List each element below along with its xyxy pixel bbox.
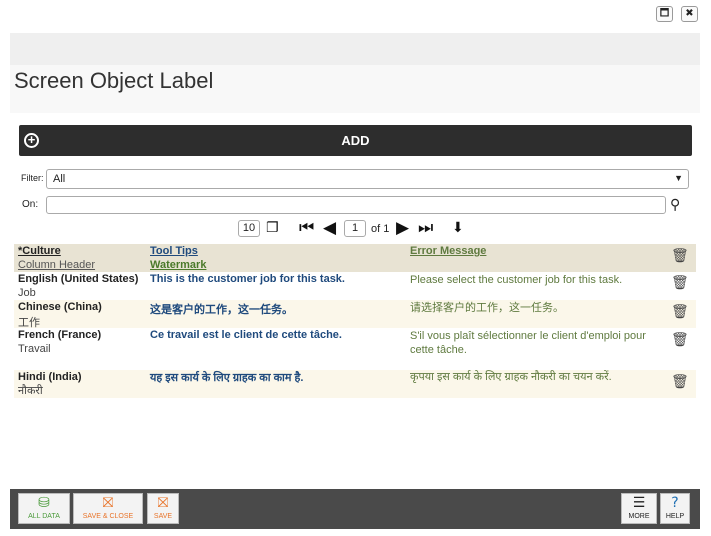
help-icon: ? [671,495,679,511]
page-title: Screen Object Label [14,68,214,93]
all-data-icon: ⛁ [38,495,50,511]
culture-cell: Hindi (India) [18,371,82,383]
tooltip-cell: This is the customer job for this task. [150,273,345,285]
delete-icon[interactable]: 🗑 [671,304,689,320]
save-close-button[interactable]: ⛝ SAVE & CLOSE [73,493,143,524]
save-button[interactable]: ⛝ SAVE [147,493,179,524]
export-icon[interactable]: ⬇ [452,220,464,237]
culture-cell: English (United States) [18,273,139,285]
maximize-icon: 🗖 [659,8,670,19]
delete-icon[interactable]: 🗑 [671,332,689,348]
error-message-cell: कृपया इस कार्य के लिए ग्राहक नौकरी का चय… [410,371,612,383]
more-button[interactable]: ☰ MORE [621,493,657,524]
delete-icon[interactable]: 🗑 [671,275,689,291]
more-label: MORE [628,513,650,520]
all-data-label: ALL DATA [28,513,60,520]
page-size-input[interactable]: 10 [238,220,260,237]
filter-select[interactable]: All ▼ [46,169,689,189]
table-row[interactable]: French (France) Travail Ce travail est l… [14,328,696,370]
delete-icon[interactable]: 🗑 [671,374,689,390]
watermark-column-header[interactable]: Watermark [150,259,206,271]
help-label: HELP [665,513,685,520]
previous-page-icon[interactable]: ◀ [323,220,336,237]
first-page-icon[interactable]: ⏮ [299,220,314,237]
add-button-label: ADD [341,133,370,148]
column-header-column-header[interactable]: Column Header [18,259,95,271]
error-message-cell: 请选择客户的工作，这一任务。 [410,302,564,314]
more-icon: ☰ [632,495,646,511]
tooltip-cell: 这是客户的工作，这一任务。 [150,304,293,316]
add-button[interactable]: + ADD [19,125,692,156]
tooltip-cell: Ce travail est le client de cette tâche. [150,329,342,341]
close-icon: ✖ [685,8,694,19]
help-button[interactable]: ? HELP [660,493,690,524]
save-label: SAVE [153,513,173,520]
culture-column-header[interactable]: *Culture [18,245,61,257]
column-header-cell: नौकरी [18,385,43,397]
filter-value: All [53,173,66,185]
last-page-icon[interactable]: ⏭ [418,220,433,237]
culture-cell: French (France) [18,329,102,341]
copy-icon[interactable]: ❐ [266,220,279,237]
page-number-input[interactable]: 1 [344,220,366,237]
culture-cell: Chinese (China) [18,301,102,313]
close-button[interactable]: ✖ [681,6,698,22]
save-icon: ⛝ [157,495,169,511]
binoculars-search-icon[interactable]: ⚲ [670,197,680,213]
on-input[interactable] [46,196,666,214]
tool-tips-column-header[interactable]: Tool Tips [150,245,198,257]
save-close-icon: ⛝ [102,495,114,511]
table-row[interactable]: Chinese (China) 工作 这是客户的工作，这一任务。 请选择客户的工… [14,300,696,329]
table-row[interactable]: English (United States) Job This is the … [14,272,696,300]
chevron-down-icon: ▼ [674,173,683,183]
error-message-cell: Please select the customer job for this … [410,274,623,286]
next-page-icon[interactable]: ▶ [396,220,409,237]
error-message-cell: S'il vous plaît sélectionner le client d… [410,330,646,356]
tooltip-cell: यह इस कार्य के लिए ग्राहक का काम है. [150,372,304,384]
on-label: On: [22,199,39,210]
column-header-cell: Travail [18,343,51,355]
table-row[interactable]: Hindi (India) नौकरी यह इस कार्य के लिए ग… [14,370,696,398]
header-band [10,33,700,65]
grid-header: *Culture Column Header Tool Tips Waterma… [14,244,696,272]
page-count-label: of 1 [371,223,390,235]
delete-all-icon[interactable]: 🗑 [671,248,689,264]
save-close-label: SAVE & CLOSE [82,513,134,520]
maximize-button[interactable]: 🗖 [656,6,673,22]
all-data-button[interactable]: ⛁ ALL DATA [18,493,70,524]
column-header-cell: Job [18,287,36,299]
filter-label: Filter: [21,173,44,183]
error-message-column-header[interactable]: Error Message [410,245,486,257]
